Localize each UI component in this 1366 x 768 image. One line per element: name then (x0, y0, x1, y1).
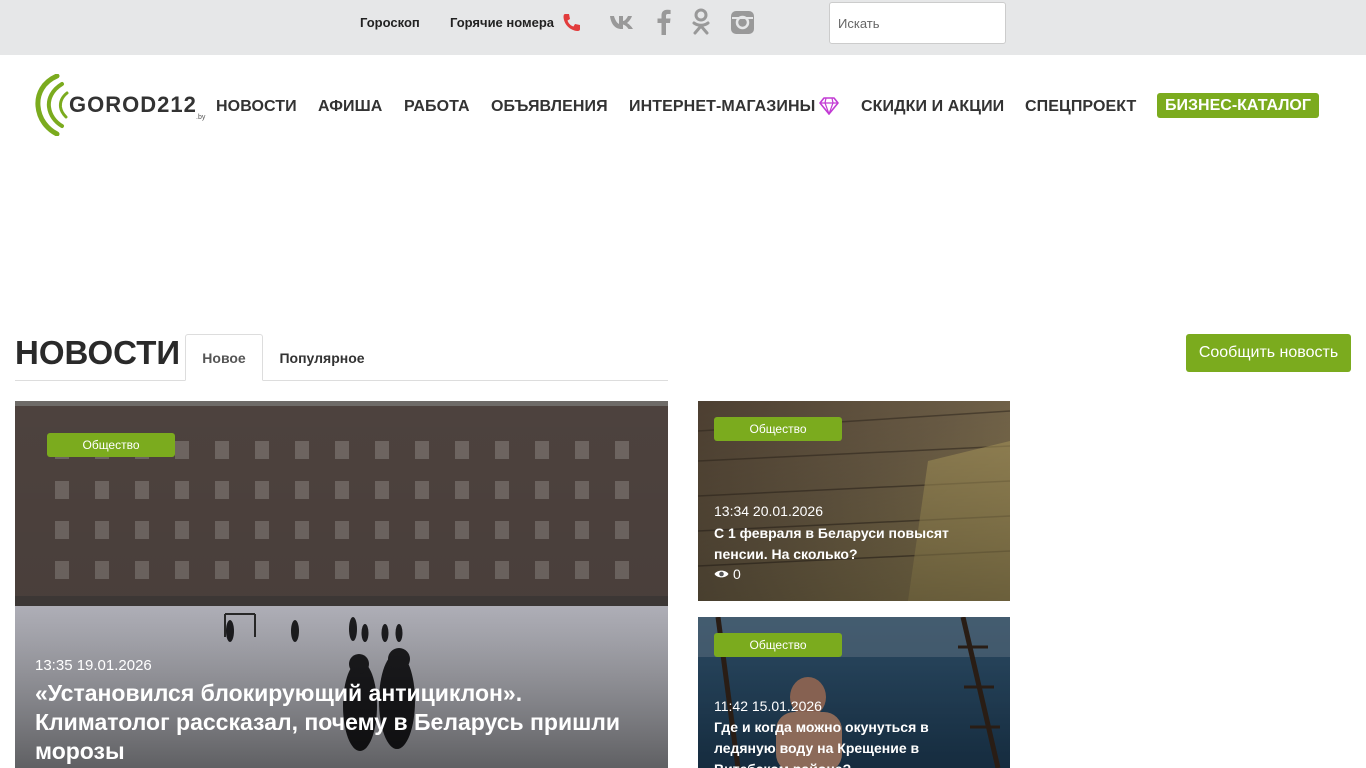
horoscope-link[interactable]: Гороскоп (360, 15, 420, 31)
business-catalog-button[interactable]: БИЗНЕС-КАТАЛОГ (1157, 93, 1319, 118)
vk-icon[interactable] (609, 9, 637, 35)
instagram-icon[interactable] (729, 9, 755, 35)
nav-jobs[interactable]: РАБОТА (404, 97, 470, 116)
phone-icon[interactable] (561, 12, 581, 34)
nav-special-project[interactable]: СПЕЦПРОЕКТ (1025, 97, 1136, 116)
top-utility-bar: Гороскоп Горячие номера (0, 0, 1366, 55)
news-title[interactable]: «Установился блокирующий антициклон». Кл… (35, 679, 655, 766)
news-card[interactable]: Общество 13:34 20.01.2026 С 1 февраля в … (698, 401, 1010, 601)
diamond-icon (819, 97, 839, 116)
search-input[interactable] (829, 2, 1006, 44)
logo-suffix: .by (196, 114, 206, 121)
tab-popular[interactable]: Популярное (270, 334, 374, 381)
view-count: 0 (714, 566, 741, 582)
report-news-button[interactable]: Сообщить новость (1186, 334, 1351, 372)
news-title[interactable]: С 1 февраля в Беларуси повысят пенсии. Н… (714, 523, 994, 565)
news-card-featured[interactable]: Общество 13:35 19.01.2026 «Установился б… (15, 401, 668, 768)
section-title: НОВОСТИ (15, 334, 181, 371)
news-card[interactable]: Общество 11:42 15.01.2026 Где и когда мо… (698, 617, 1010, 768)
facebook-icon[interactable] (655, 9, 673, 35)
logo-text: GOROD212 (69, 92, 197, 117)
eye-icon (714, 570, 729, 578)
nav-news[interactable]: НОВОСТИ (216, 97, 297, 116)
news-timestamp: 13:34 20.01.2026 (714, 503, 823, 519)
nav-classifieds[interactable]: ОБЪЯВЛЕНИЯ (491, 97, 608, 116)
nav-online-stores[interactable]: ИНТЕРНЕТ-МАГАЗИНЫ (629, 97, 815, 116)
view-count-value: 0 (733, 566, 741, 582)
tab-new[interactable]: Новое (185, 334, 263, 381)
nav-afisha[interactable]: АФИША (318, 97, 382, 116)
news-title[interactable]: Где и когда можно окунуться в ледяную во… (714, 717, 954, 768)
category-badge[interactable]: Общество (714, 633, 842, 657)
nav-discounts[interactable]: СКИДКИ И АКЦИИ (861, 97, 1004, 116)
category-badge[interactable]: Общество (714, 417, 842, 441)
hotlines-link[interactable]: Горячие номера (450, 15, 554, 31)
news-timestamp: 13:35 19.01.2026 (35, 657, 152, 674)
odnoklassniki-icon[interactable] (690, 8, 712, 35)
news-timestamp: 11:42 15.01.2026 (714, 698, 822, 714)
category-badge[interactable]: Общество (47, 433, 175, 457)
